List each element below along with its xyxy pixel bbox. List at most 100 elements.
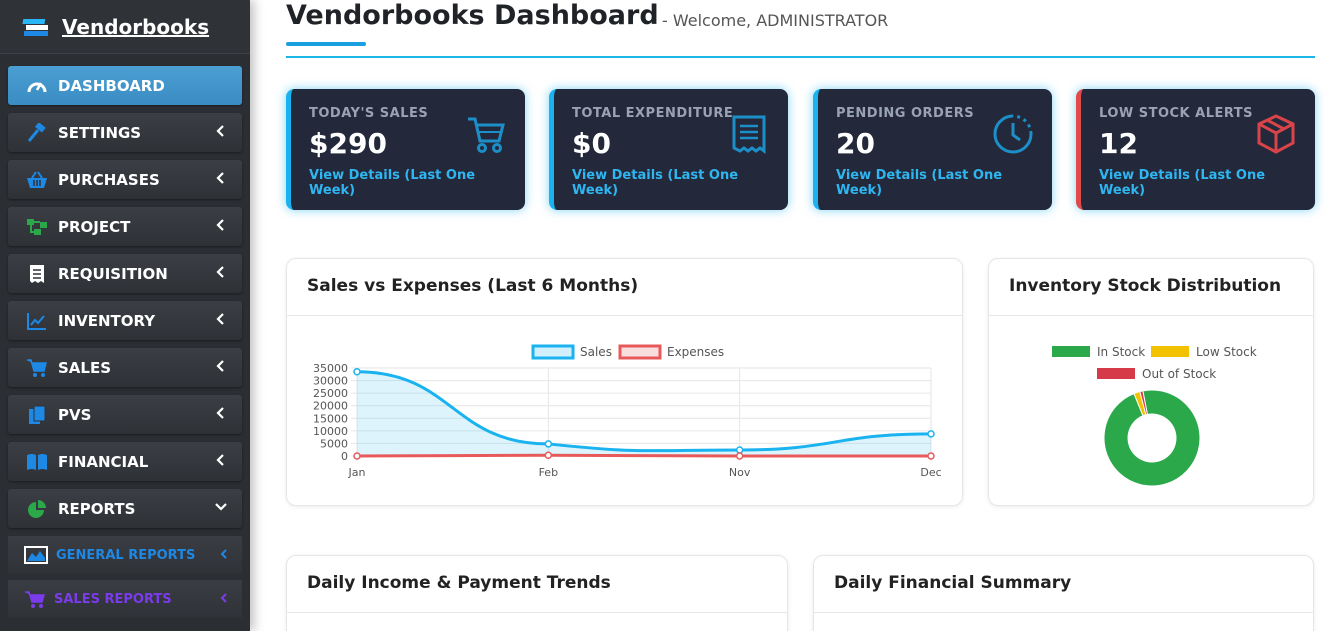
receipt-icon bbox=[26, 264, 48, 284]
stat-card-low-stock-alerts: LOW STOCK ALERTS 12 View Details (Last O… bbox=[1076, 89, 1315, 210]
y-tick-label: 25000 bbox=[313, 387, 348, 400]
sidebar-item-settings[interactable]: SETTINGS bbox=[8, 113, 242, 152]
line-chart-icon bbox=[26, 311, 48, 331]
expenses-point bbox=[544, 451, 553, 459]
chevron-left-icon bbox=[214, 453, 228, 467]
receipt-icon bbox=[728, 113, 770, 155]
welcome-text: - Welcome, ADMINISTRATOR bbox=[662, 11, 889, 30]
sales-point bbox=[544, 440, 553, 448]
view-details-link[interactable]: View Details (Last One Week) bbox=[572, 168, 788, 198]
sidebar-item-inventory[interactable]: INVENTORY bbox=[8, 301, 242, 340]
view-details-link[interactable]: View Details (Last One Week) bbox=[1099, 168, 1315, 198]
sidebar-item-label: FINANCIAL bbox=[58, 452, 149, 471]
chevron-left-icon bbox=[214, 312, 228, 326]
title-accent-bar bbox=[286, 42, 366, 46]
cart-icon bbox=[26, 358, 48, 378]
sales-point bbox=[353, 368, 361, 376]
expenses-line bbox=[356, 453, 931, 458]
title-divider bbox=[286, 56, 1315, 58]
sidebar-item-label: DASHBOARD bbox=[58, 76, 165, 95]
panel-title: Daily Financial Summary bbox=[814, 556, 1313, 613]
daily-income-panel: Daily Income & Payment Trends bbox=[286, 555, 788, 631]
sales-point bbox=[927, 430, 935, 438]
hammer-icon bbox=[26, 122, 48, 143]
clock-icon bbox=[992, 113, 1034, 155]
inventory-distribution-chart: In Stock Low Stock Out of Stock bbox=[1052, 345, 1257, 487]
sidebar-item-label: PROJECT bbox=[58, 217, 131, 236]
sidebar-subitem-sales-reports[interactable]: SALES REPORTS bbox=[8, 580, 242, 618]
view-details-link[interactable]: View Details (Last One Week) bbox=[836, 168, 1052, 198]
legend-label: Low Stock bbox=[1196, 345, 1257, 359]
project-tree-icon bbox=[26, 217, 48, 237]
expenses-point bbox=[735, 452, 744, 460]
stat-card-total-expenditure: TOTAL EXPENDITURE $0 View Details (Last … bbox=[549, 89, 788, 210]
sidebar: Vendorbooks DASHBOARD SETTINGS PURCHASES bbox=[0, 0, 250, 631]
donut-slice-in-stock bbox=[1103, 389, 1201, 487]
view-details-link[interactable]: View Details (Last One Week) bbox=[309, 168, 525, 198]
x-tick-label: Nov bbox=[729, 466, 751, 479]
box-icon bbox=[1255, 113, 1297, 155]
cart-icon bbox=[24, 590, 46, 608]
chevron-left-icon bbox=[220, 548, 228, 562]
chevron-left-icon bbox=[214, 359, 228, 373]
x-tick-label: Jan bbox=[348, 466, 366, 479]
y-tick-label: 30000 bbox=[313, 375, 348, 388]
sidebar-item-label: PVS bbox=[58, 405, 92, 424]
sidebar-item-purchases[interactable]: PURCHASES bbox=[8, 160, 242, 199]
sidebar-item-label: REQUISITION bbox=[58, 264, 168, 283]
daily-summary-panel: Daily Financial Summary bbox=[813, 555, 1314, 631]
sidebar-item-project[interactable]: PROJECT bbox=[8, 207, 242, 246]
legend-swatch bbox=[618, 344, 662, 360]
cart-icon bbox=[465, 113, 507, 155]
panel-title: Inventory Stock Distribution bbox=[989, 259, 1313, 316]
stat-card-todays-sales: TODAY'S SALES $290 View Details (Last On… bbox=[286, 89, 525, 210]
sidebar-item-label: SETTINGS bbox=[58, 123, 142, 142]
x-tick-label: Feb bbox=[539, 466, 558, 479]
sidebar-subitem-label: SALES REPORTS bbox=[54, 591, 172, 607]
sidebar-item-reports[interactable]: REPORTS bbox=[8, 489, 242, 528]
y-tick-label: 20000 bbox=[313, 400, 348, 413]
sidebar-subitem-label: GENERAL REPORTS bbox=[56, 547, 196, 563]
sidebar-item-financial[interactable]: FINANCIAL bbox=[8, 442, 242, 481]
y-tick-label: 10000 bbox=[313, 425, 348, 438]
book-icon bbox=[26, 452, 48, 472]
basket-icon bbox=[26, 170, 48, 190]
legend-swatch bbox=[1151, 346, 1189, 357]
page-title: Vendorbooks Dashboard bbox=[286, 0, 659, 31]
sidebar-item-label: REPORTS bbox=[58, 499, 136, 518]
vendorbooks-logo-icon bbox=[22, 15, 52, 39]
sidebar-subitem-general-reports[interactable]: GENERAL REPORTS bbox=[8, 536, 242, 574]
legend-swatch bbox=[1052, 346, 1090, 357]
sales-expenses-chart: Sales Expenses 050001000015000200002500030… bbox=[313, 344, 942, 479]
y-tick-label: 35000 bbox=[313, 362, 348, 375]
chevron-left-icon bbox=[214, 171, 228, 185]
legend-swatch bbox=[531, 344, 575, 360]
panel-title: Sales vs Expenses (Last 6 Months) bbox=[287, 259, 962, 316]
sidebar-item-dashboard[interactable]: DASHBOARD bbox=[8, 66, 242, 105]
y-tick-label: 15000 bbox=[313, 412, 348, 425]
y-tick-label: 5000 bbox=[320, 437, 348, 450]
panel-title: Daily Income & Payment Trends bbox=[287, 556, 787, 613]
area-chart-icon bbox=[24, 546, 48, 564]
sidebar-item-pvs[interactable]: PVS bbox=[8, 395, 242, 434]
legend-label: Out of Stock bbox=[1142, 367, 1216, 381]
sidebar-item-sales[interactable]: SALES bbox=[8, 348, 242, 387]
legend-label: Expenses bbox=[667, 345, 724, 359]
legend-swatch bbox=[1097, 368, 1135, 379]
expenses-point bbox=[927, 452, 935, 460]
sidebar-item-label: PURCHASES bbox=[58, 170, 160, 189]
brand[interactable]: Vendorbooks bbox=[0, 0, 250, 54]
sales-point bbox=[735, 446, 744, 454]
y-tick-label: 0 bbox=[341, 450, 348, 463]
sidebar-item-label: SALES bbox=[58, 358, 112, 377]
chevron-left-icon bbox=[214, 406, 228, 420]
x-tick-label: Dec bbox=[920, 466, 941, 479]
stat-card-pending-orders: PENDING ORDERS 20 View Details (Last One… bbox=[813, 89, 1052, 210]
legend-label: In Stock bbox=[1097, 345, 1145, 359]
chevron-left-icon bbox=[214, 124, 228, 138]
legend-label: Sales bbox=[580, 345, 612, 359]
sidebar-item-requisition[interactable]: REQUISITION bbox=[8, 254, 242, 293]
chevron-left-icon bbox=[220, 592, 228, 606]
chevron-down-icon bbox=[214, 500, 228, 514]
brand-title[interactable]: Vendorbooks bbox=[62, 15, 209, 39]
